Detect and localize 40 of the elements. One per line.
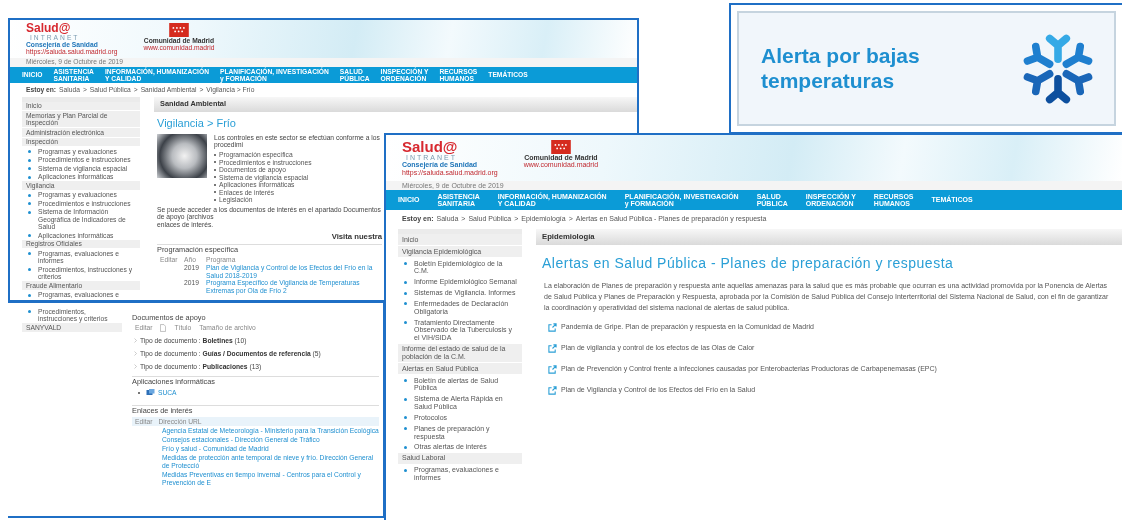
caret-icon [134,364,137,370]
bullet-icon [28,268,31,272]
page-title: Alertas en Salud Pública - Planes de preparación y respuesta [542,254,955,272]
bullet-icon [28,234,31,238]
external-link-icon [548,365,557,375]
external-link-icon [548,323,557,333]
bullet-icon [404,416,407,420]
bullet-icon [404,397,407,401]
bullet-icon [404,445,407,449]
bullet-icon [28,202,31,206]
caret-icon [134,338,137,344]
bullet-icon [28,167,31,171]
bullet-icon [28,150,31,154]
bullet-icon [28,175,31,179]
bullet-icon [28,293,31,297]
bullet-icon [28,158,31,162]
bullet-icon [404,468,407,472]
bullet-icon [28,193,31,197]
flag-icon [550,140,571,154]
brand-logo-text: Salud@ [26,22,72,34]
bullet-icon [28,252,31,256]
caret-icon [134,351,137,357]
page-title: Vigilancia > Frío [157,116,237,130]
alert-title: Alerta por bajas temperaturas [761,44,921,93]
bullet-icon [404,321,407,325]
bullet-icon [404,280,407,284]
external-link-icon [548,386,557,396]
app-icon [146,389,155,397]
bullet-icon [404,291,407,295]
brand-logo-text: Salud@ [402,139,459,154]
bullet-icon [404,302,407,306]
bullet-icon [28,210,31,214]
file-icon [160,323,167,332]
flag-icon [168,23,189,37]
bullet-icon [404,262,407,266]
bullet-icon [404,379,407,383]
bullet-icon [404,427,407,431]
bullet-icon [28,310,31,313]
external-link-icon [548,344,557,354]
photo-placeholder [157,133,207,178]
